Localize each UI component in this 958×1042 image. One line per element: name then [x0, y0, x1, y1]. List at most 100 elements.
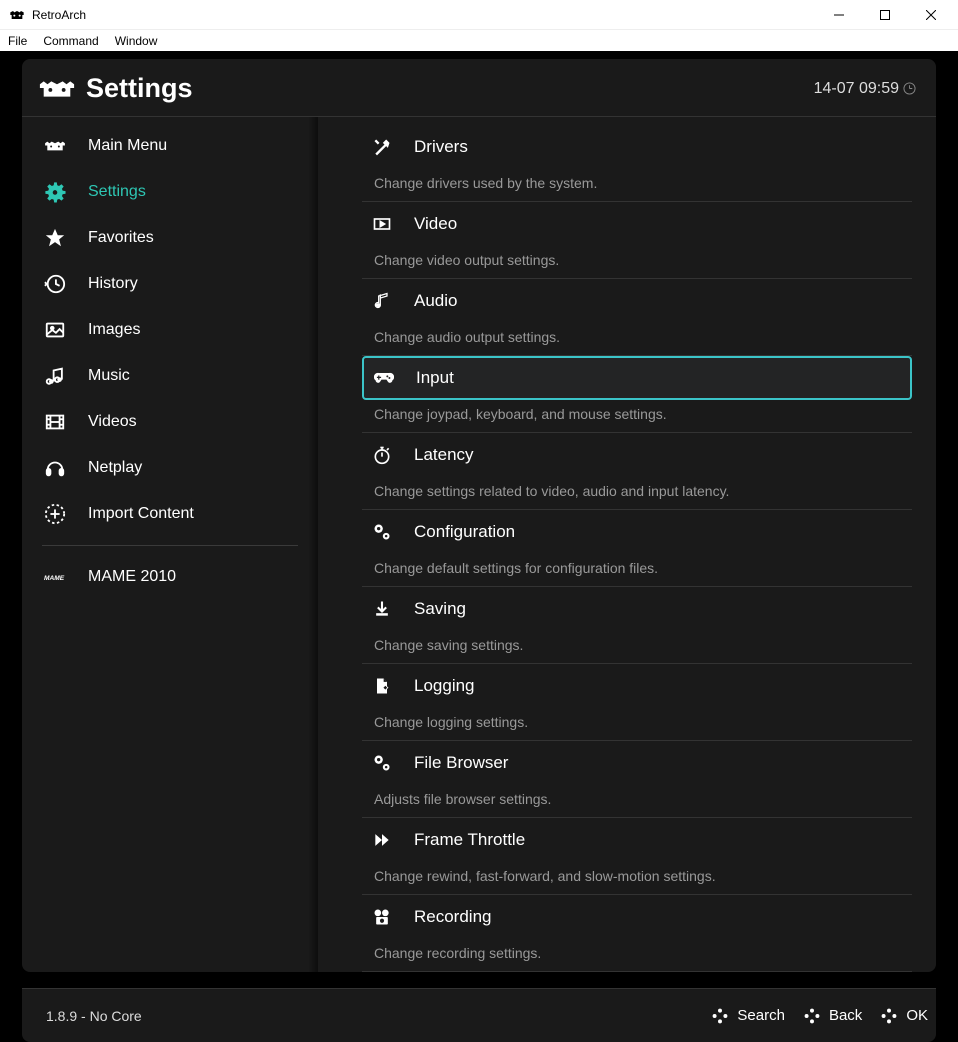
- settings-item-label: Drivers: [414, 137, 468, 157]
- sidebar-item-music[interactable]: Music: [22, 353, 318, 399]
- settings-item-drivers[interactable]: Drivers Change drivers used by the syste…: [362, 125, 912, 202]
- settings-item-desc: Change audio output settings.: [362, 323, 912, 355]
- sidebar-item-label: Import Content: [88, 505, 194, 523]
- settings-item-desc: Change default settings for configuratio…: [362, 554, 912, 586]
- settings-item-label: Configuration: [414, 522, 515, 542]
- datetime: 14-07 09:59: [814, 80, 916, 98]
- sidebar-item-label: Favorites: [88, 229, 154, 247]
- record-icon: [372, 907, 414, 927]
- footer-action-label: OK: [906, 1007, 928, 1024]
- sidebar-divider: [42, 545, 298, 546]
- sidebar-item-videos[interactable]: Videos: [22, 399, 318, 445]
- footer-action-ok[interactable]: OK: [880, 1007, 928, 1025]
- fast-forward-icon: [372, 830, 414, 850]
- gear-icon: [44, 181, 88, 203]
- dpad-icon: [803, 1007, 821, 1025]
- settings-item-latency[interactable]: Latency Change settings related to video…: [362, 433, 912, 510]
- page-header: Settings 14-07 09:59: [22, 59, 936, 117]
- settings-item-recording[interactable]: Recording Change recording settings.: [362, 895, 912, 972]
- sidebar-item-label: Images: [88, 321, 140, 339]
- settings-item-configuration[interactable]: Configuration Change default settings fo…: [362, 510, 912, 587]
- svg-text:MAME: MAME: [44, 575, 65, 582]
- image-icon: [44, 319, 88, 341]
- dpad-icon: [711, 1007, 729, 1025]
- sidebar-item-main-menu[interactable]: Main Menu: [22, 123, 318, 169]
- clock-icon: [903, 82, 916, 95]
- settings-item-desc: Change rewind, fast-forward, and slow-mo…: [362, 862, 912, 894]
- menu-window[interactable]: Window: [107, 32, 166, 50]
- footer-action-back[interactable]: Back: [803, 1007, 862, 1025]
- settings-item-label: Video: [414, 214, 457, 234]
- dpad-icon: [880, 1007, 898, 1025]
- history-icon: [44, 273, 88, 295]
- window-title: RetroArch: [32, 8, 86, 22]
- footer-status: 1.8.9 - No Core: [24, 1008, 142, 1024]
- settings-item-desc: Change saving settings.: [362, 631, 912, 663]
- close-button[interactable]: [908, 0, 954, 30]
- tools-icon: [372, 137, 414, 157]
- settings-item-desc: Change joypad, keyboard, and mouse setti…: [362, 400, 912, 432]
- sidebar-item-label: Settings: [88, 183, 146, 201]
- sidebar-item-images[interactable]: Images: [22, 307, 318, 353]
- sidebar-item-settings[interactable]: Settings: [22, 169, 318, 215]
- settings-item-label: Logging: [414, 676, 475, 696]
- film-icon: [44, 411, 88, 433]
- sidebar-item-favorites[interactable]: Favorites: [22, 215, 318, 261]
- footer-action-label: Search: [737, 1007, 785, 1024]
- mame-icon: MAME: [44, 566, 88, 588]
- settings-item-label: Saving: [414, 599, 466, 619]
- minimize-button[interactable]: [816, 0, 862, 30]
- sidebar-item-label: Main Menu: [88, 137, 167, 155]
- sidebar-item-label: History: [88, 275, 138, 293]
- menu-command[interactable]: Command: [35, 32, 106, 50]
- settings-item-desc: Adjusts file browser settings.: [362, 785, 912, 817]
- settings-item-desc: Change drivers used by the system.: [362, 169, 912, 201]
- sidebar-item-label: Music: [88, 367, 130, 385]
- plus-icon: [44, 503, 88, 525]
- gamepad-icon: [374, 368, 416, 388]
- footer-action-label: Back: [829, 1007, 862, 1024]
- download-icon: [372, 599, 414, 619]
- app-icon: [8, 6, 26, 24]
- settings-item-desc: Change video output settings.: [362, 246, 912, 278]
- sidebar-item-import-content[interactable]: Import Content: [22, 491, 318, 537]
- video-icon: [372, 214, 414, 234]
- footer-action-search[interactable]: Search: [711, 1007, 785, 1025]
- settings-item-label: Recording: [414, 907, 492, 927]
- settings-item-label: Frame Throttle: [414, 830, 525, 850]
- retroarch-icon: [44, 135, 88, 157]
- settings-item-logging[interactable]: Logging Change logging settings.: [362, 664, 912, 741]
- sidebar-item-label: MAME 2010: [88, 568, 176, 586]
- settings-item-label: Input: [416, 368, 454, 388]
- stopwatch-icon: [372, 445, 414, 465]
- settings-item-desc: Change settings related to video, audio …: [362, 477, 912, 509]
- maximize-button[interactable]: [862, 0, 908, 30]
- settings-item-label: Audio: [414, 291, 457, 311]
- settings-item-video[interactable]: Video Change video output settings.: [362, 202, 912, 279]
- settings-item-frame-throttle[interactable]: Frame Throttle Change rewind, fast-forwa…: [362, 818, 912, 895]
- sidebar-item-netplay[interactable]: Netplay: [22, 445, 318, 491]
- file-icon: [372, 676, 414, 696]
- settings-item-input[interactable]: Input Change joypad, keyboard, and mouse…: [362, 356, 912, 433]
- settings-item-file-browser[interactable]: File Browser Adjusts file browser settin…: [362, 741, 912, 818]
- settings-item-label: File Browser: [414, 753, 508, 773]
- cogs-icon: [372, 522, 414, 542]
- retroarch-icon: [38, 78, 82, 100]
- settings-item-desc: Change recording settings.: [362, 939, 912, 971]
- app-body: Settings 14-07 09:59 Main Menu: [0, 51, 958, 1042]
- sidebar-item-label: Videos: [88, 413, 137, 431]
- headset-icon: [44, 457, 88, 479]
- settings-item-saving[interactable]: Saving Change saving settings.: [362, 587, 912, 664]
- settings-item-desc: Change logging settings.: [362, 708, 912, 740]
- sidebar-item-history[interactable]: History: [22, 261, 318, 307]
- footer: 1.8.9 - No Core Search Back OK: [22, 988, 936, 1042]
- star-icon: [44, 227, 88, 249]
- sidebar: Main Menu Settings Favorites History: [22, 117, 318, 972]
- datetime-text: 14-07 09:59: [814, 80, 899, 98]
- title-bar: RetroArch: [0, 0, 958, 30]
- sidebar-item-mame-2010[interactable]: MAME MAME 2010: [22, 554, 318, 600]
- music-icon: [44, 365, 88, 387]
- settings-item-audio[interactable]: Audio Change audio output settings.: [362, 279, 912, 356]
- menu-bar: File Command Window: [0, 30, 958, 51]
- menu-file[interactable]: File: [4, 32, 35, 50]
